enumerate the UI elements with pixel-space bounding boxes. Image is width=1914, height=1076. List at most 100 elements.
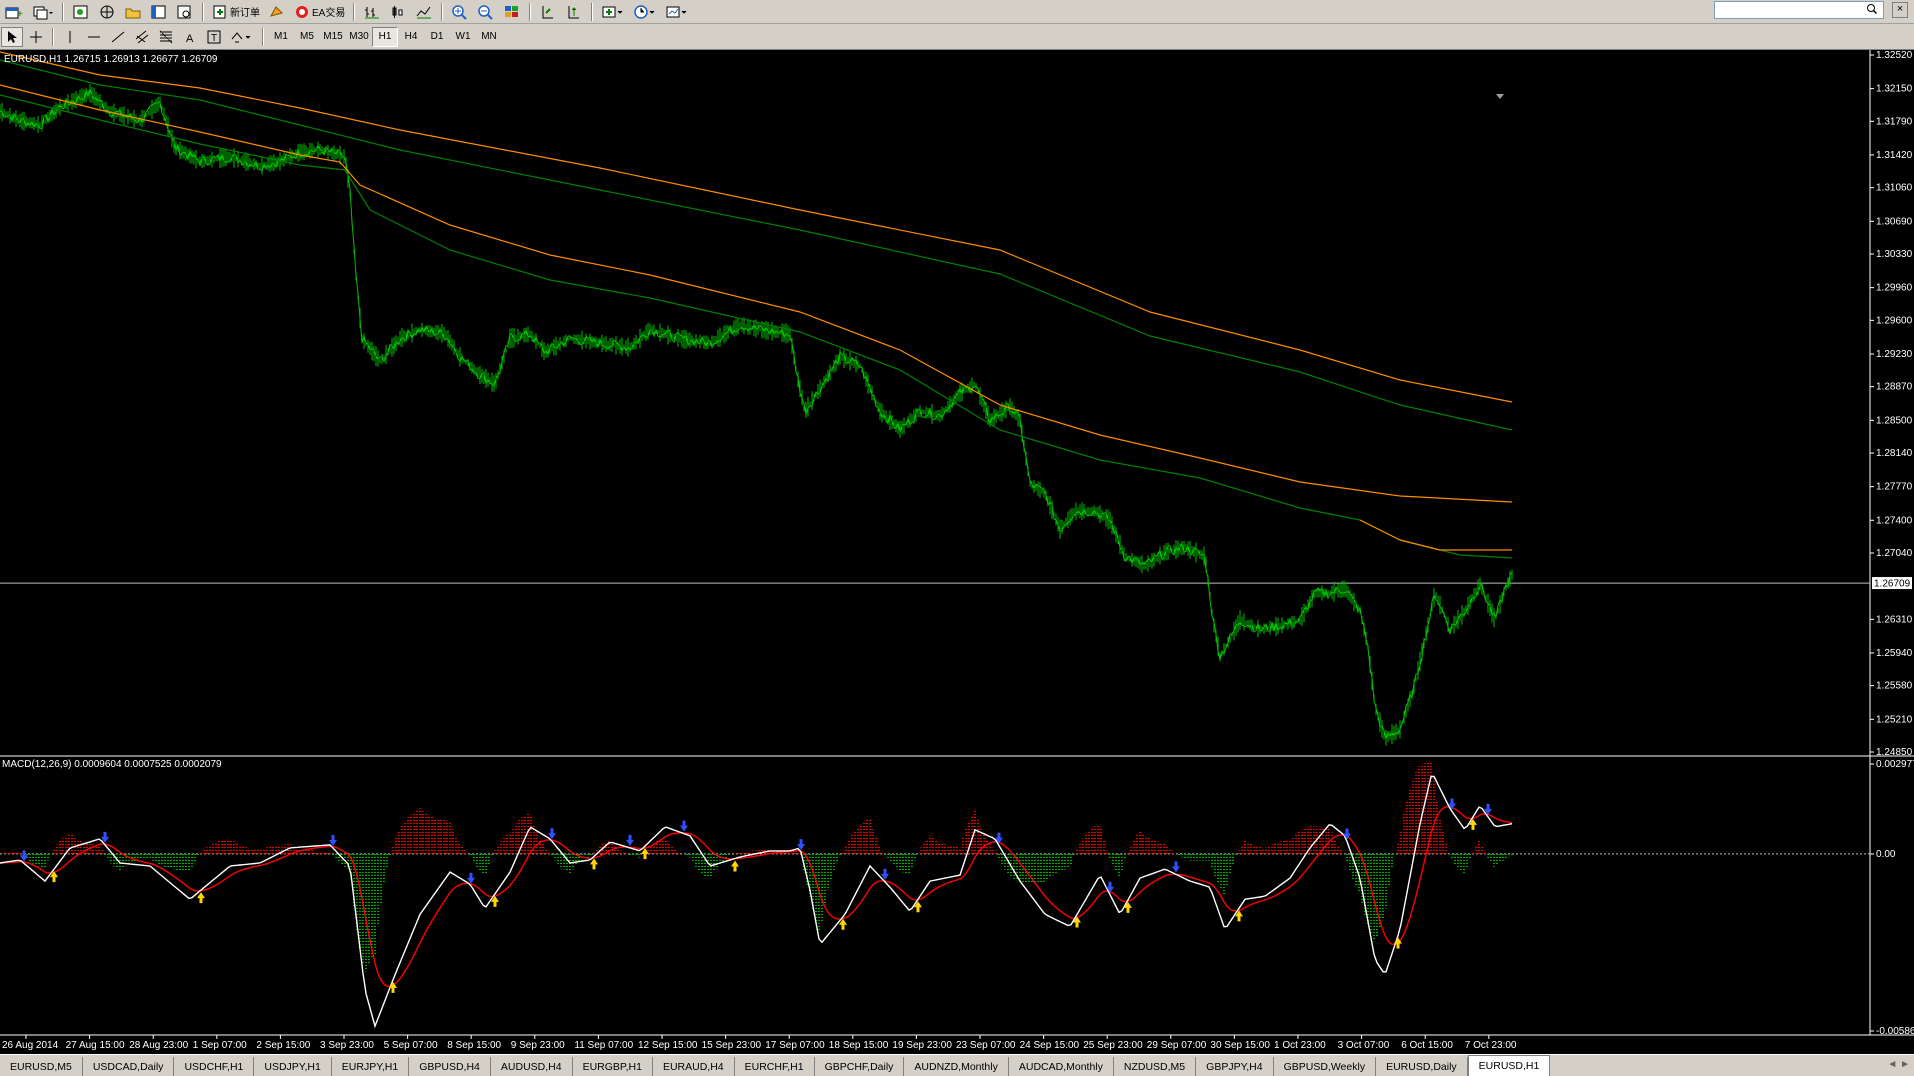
timeframe-m15[interactable]: M15: [320, 27, 346, 47]
templates-button[interactable]: [662, 2, 692, 22]
price-bars: [0, 84, 1513, 746]
sell-arrow-icon: [20, 850, 28, 862]
timeframe-h4[interactable]: H4: [398, 27, 424, 47]
chart-tab[interactable]: EURUSD,M5: [0, 1057, 83, 1076]
macd-signal-line: [0, 806, 1513, 988]
time-label: 7 Oct 23:00: [1465, 1040, 1517, 1051]
chart-tab[interactable]: EURJPY,H1: [332, 1057, 410, 1076]
chart-tab[interactable]: EURUSD,H1: [1467, 1055, 1551, 1076]
vertical-line-icon[interactable]: [59, 27, 81, 47]
close-icon[interactable]: ×: [1892, 2, 1908, 18]
chart-tab[interactable]: NZDUSD,M5: [1114, 1057, 1197, 1076]
chart-canvas[interactable]: 1.32520 1.32150 1.31790 1.31420 1.31060 1.306…: [0, 50, 1914, 1054]
ma-upper-orange-line: [0, 51, 1513, 403]
time-label: 26 Aug 2014: [2, 1040, 59, 1051]
trendline-icon[interactable]: [107, 27, 129, 47]
chart-tab[interactable]: GBPUSD,Weekly: [1274, 1057, 1377, 1076]
time-label: 17 Sep 07:00: [765, 1040, 825, 1051]
search-input[interactable]: [1714, 1, 1884, 19]
channel-icon[interactable]: [131, 27, 153, 47]
horizontal-line-icon[interactable]: [83, 27, 105, 47]
timeframe-m1[interactable]: M1: [268, 27, 294, 47]
chart-symbol-info: EURUSD,H1 1.26715 1.26913 1.26677 1.2670…: [4, 54, 218, 65]
search-icon[interactable]: [1866, 3, 1878, 18]
time-label: 3 Oct 07:00: [1338, 1040, 1390, 1051]
chart-shift-button[interactable]: [562, 2, 586, 22]
time-label: 11 Sep 07:00: [574, 1040, 633, 1051]
timeframe-mn[interactable]: MN: [476, 27, 502, 47]
crosshair-icon[interactable]: [25, 27, 47, 47]
profiles-button[interactable]: [29, 2, 57, 22]
chart-tab[interactable]: EURGBP,H1: [573, 1057, 653, 1076]
chart-tab[interactable]: USDCHF,H1: [174, 1057, 255, 1076]
zoom-out-icon[interactable]: [474, 2, 498, 22]
buy-arrow-icon: [590, 858, 598, 870]
arrows-icon[interactable]: [227, 27, 257, 47]
indicators-button[interactable]: [598, 2, 628, 22]
timeframe-d1[interactable]: D1: [424, 27, 450, 47]
macd-main-line: [0, 775, 1513, 1029]
chart-tab[interactable]: EURUSD,Daily: [1376, 1057, 1468, 1076]
text-label-icon[interactable]: T: [203, 27, 225, 47]
buy-arrow-icon: [641, 848, 649, 860]
chart-tab[interactable]: GBPJPY,H4: [1196, 1057, 1274, 1076]
tile-windows-button[interactable]: [500, 2, 524, 22]
ma-upper-green-line: [0, 59, 1513, 431]
sell-arrow-icon: [1172, 861, 1180, 873]
timeframe-h1[interactable]: H1: [372, 26, 398, 47]
terminal-button[interactable]: [147, 2, 171, 22]
market-watch-button[interactable]: [69, 2, 93, 22]
line-chart-button[interactable]: [412, 2, 436, 22]
chart-tab[interactable]: USDJPY,H1: [254, 1057, 332, 1076]
chart-window[interactable]: 1.32520 1.32150 1.31790 1.31420 1.31060 1.306…: [0, 50, 1914, 1054]
timeframe-m5[interactable]: M5: [294, 27, 320, 47]
tab-scroll-arrows-icon[interactable]: ◄ ►: [1887, 1059, 1910, 1070]
cursor-icon[interactable]: [1, 26, 23, 47]
price-line: [0, 87, 1513, 741]
tester-button[interactable]: [173, 2, 197, 22]
macd-level-label: 0.002977: [1876, 759, 1914, 770]
chart-tab[interactable]: EURAUD,H4: [653, 1057, 735, 1076]
candlestick-chart-button[interactable]: [386, 2, 410, 22]
price-label: 1.26310: [1876, 614, 1913, 625]
metaeditor-button[interactable]: [265, 2, 289, 22]
macd-indicator-info: MACD(12,26,9) 0.0009604 0.0007525 0.0002…: [2, 759, 222, 770]
text-tool-icon[interactable]: A: [179, 27, 201, 47]
chart-tab[interactable]: GBPCHF,Daily: [815, 1057, 905, 1076]
bar-chart-button[interactable]: [360, 2, 384, 22]
zoom-in-icon[interactable]: [448, 2, 472, 22]
terminal-window: + 新订单 EA交易 × A T M1 M5 M15 M30 H1 H4 D1 …: [0, 0, 1914, 1076]
chart-tab[interactable]: GBPUSD,H4: [409, 1057, 491, 1076]
price-label: 1.29230: [1876, 349, 1913, 360]
buy-arrow-icon: [197, 892, 205, 904]
periods-button[interactable]: [630, 2, 660, 22]
time-label: 3 Sep 23:00: [320, 1040, 374, 1051]
ma-lower-orange-line: [0, 84, 1513, 503]
macd-histogram-up: [5, 762, 1486, 854]
timeframe-m30[interactable]: M30: [346, 27, 372, 47]
new-order-button[interactable]: 新订单: [209, 2, 263, 22]
ea-trading-button[interactable]: EA交易: [291, 2, 348, 22]
chart-tab[interactable]: USDCAD,Daily: [83, 1057, 175, 1076]
chart-tab[interactable]: AUDNZD,Monthly: [904, 1057, 1009, 1076]
auto-scroll-button[interactable]: [536, 2, 560, 22]
navigator-button[interactable]: [95, 2, 119, 22]
price-label: 1.27400: [1876, 515, 1913, 526]
chart-tab[interactable]: AUDCAD,Monthly: [1009, 1057, 1114, 1076]
shift-marker-icon: [1496, 94, 1504, 99]
folder-icon[interactable]: [121, 2, 145, 22]
new-order-label: 新订单: [230, 8, 260, 19]
price-label: 1.29600: [1876, 315, 1913, 326]
time-label: 24 Sep 15:00: [1020, 1040, 1080, 1051]
buy-arrow-icon: [731, 860, 739, 872]
time-label: 18 Sep 15:00: [829, 1040, 889, 1051]
chart-tab[interactable]: AUDUSD,H4: [491, 1057, 573, 1076]
price-label: 1.25580: [1876, 681, 1913, 692]
chart-tab[interactable]: EURCHF,H1: [735, 1057, 815, 1076]
time-label: 2 Sep 15:00: [256, 1040, 310, 1051]
time-label: 30 Sep 15:00: [1210, 1040, 1270, 1051]
timeframe-w1[interactable]: W1: [450, 27, 476, 47]
fibonacci-icon[interactable]: [155, 27, 177, 47]
time-label: 8 Sep 15:00: [447, 1040, 501, 1051]
new-chart-button[interactable]: +: [1, 2, 27, 22]
